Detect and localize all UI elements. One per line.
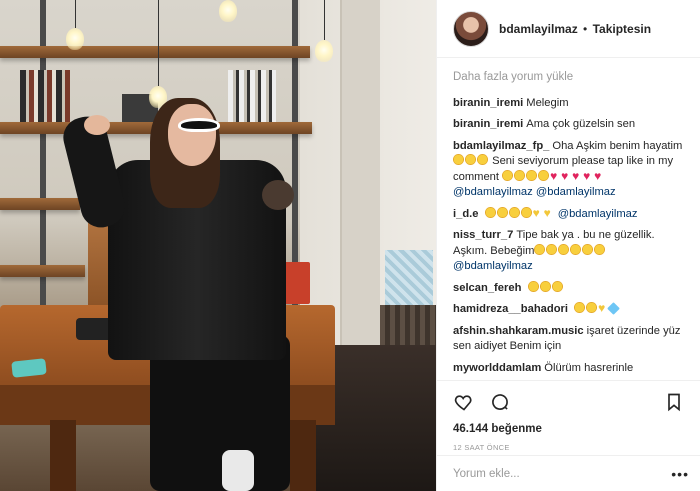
light-bulb — [315, 40, 333, 62]
comment-text: Oha Aşkim benim hayatim — [552, 139, 683, 152]
shelf — [0, 46, 310, 58]
comment: selcan_fereh — [453, 280, 685, 297]
post-sidebar: bdamlayilmaz • Takiptesin Daha fazla yor… — [436, 0, 700, 491]
heart-emoji-icon — [561, 169, 571, 185]
grinning-sweat-emoji-icon — [465, 154, 476, 165]
gift-box — [385, 250, 433, 305]
comment-mention[interactable]: @bdamlayilmaz — [453, 260, 533, 272]
comment: niss_turr_7 Tipe bak ya . bu ne güzellik.… — [453, 228, 685, 275]
heart-eyes-emoji-icon — [582, 243, 594, 255]
comment-text: Ölürüm hasrerinle — [544, 361, 634, 374]
person-face — [168, 104, 216, 166]
load-more-comments-link[interactable]: Daha fazla yorum yükle — [453, 70, 685, 86]
comment: afshin.shahkaram.music işaret üzerinde yü… — [453, 324, 685, 355]
comment: bdamlayilmaz_fp_ Oha Aşkim benim hayatim … — [453, 139, 685, 201]
sunglasses-emoji-icon — [539, 280, 551, 292]
post-timestamp: 12 SAAT ÖNCE — [453, 443, 510, 452]
header-username[interactable]: bdamlayilmaz — [499, 22, 578, 36]
diamond-emoji-icon — [607, 302, 621, 315]
grinning-sweat-emoji-icon — [453, 154, 464, 165]
more-options-icon[interactable]: ••• — [671, 456, 689, 491]
heart-eyes-emoji-icon — [546, 243, 558, 255]
comment-mention[interactable]: @bdamlayilmaz — [536, 186, 616, 198]
instagram-post-modal: bdamlayilmaz • Takiptesin Daha fazla yor… — [0, 0, 700, 491]
heart-emoji-icon — [550, 169, 560, 185]
comment-bubble-icon[interactable] — [489, 391, 511, 413]
follow-status-button[interactable]: Takiptesin — [593, 22, 651, 36]
person-shoe — [222, 450, 254, 491]
comment-username[interactable]: biranin_iremi — [453, 97, 523, 109]
sunglasses-emoji-icon — [574, 302, 586, 313]
heart-eyes-emoji-icon — [570, 243, 582, 255]
header-separator: • — [583, 21, 588, 36]
add-comment-bar: ••• — [437, 455, 700, 491]
heart-eyes-emoji-icon — [558, 243, 570, 255]
crying-emoji-icon — [496, 206, 508, 218]
comment: i_d.e @bdamlayilmaz — [453, 206, 685, 223]
heart-icon[interactable] — [453, 391, 475, 413]
jacket-fur — [262, 180, 294, 210]
heart-emoji-icon — [583, 169, 593, 185]
crying-emoji-icon — [508, 206, 520, 218]
comment-username[interactable]: bdamlayilmaz_fp_ — [453, 140, 549, 152]
comment-username[interactable]: niss_turr_7 — [453, 229, 513, 241]
comments-list[interactable]: Daha fazla yorum yükle biranin_iremi Mele… — [437, 58, 700, 380]
photo-door — [340, 0, 380, 380]
comment: biranin_iremi Melegim — [453, 96, 685, 112]
heart-eyes-emoji-icon — [594, 243, 606, 255]
grinning-sweat-emoji-icon — [514, 169, 526, 181]
comment: myworlddamlam Ölürüm hasrerinle — [453, 361, 685, 377]
comment-text: Ama çok güzelsin sen — [526, 118, 636, 130]
comment-mention[interactable]: @bdamlayilmaz — [558, 208, 638, 220]
yellow-heart-emoji-icon — [533, 206, 543, 222]
grinning-sweat-emoji-icon — [538, 169, 550, 181]
likes-count[interactable]: 46.144 beğenme — [453, 423, 685, 435]
comment-mention[interactable]: @bdamlayilmaz — [453, 186, 533, 198]
comment-username[interactable]: biranin_iremi — [453, 118, 523, 130]
post-photo[interactable] — [0, 0, 436, 491]
heart-eyes-emoji-icon — [586, 302, 598, 313]
comment: biranin_iremi Ama çok güzelsin sen — [453, 117, 685, 133]
comment-input[interactable] — [453, 467, 653, 480]
sunglasses — [178, 118, 220, 132]
bookmark-icon[interactable] — [663, 391, 685, 413]
yellow-heart-emoji-icon — [544, 206, 554, 222]
sunglasses-emoji-icon — [551, 280, 563, 292]
books — [228, 70, 276, 122]
crying-emoji-icon — [484, 206, 496, 218]
comment-username[interactable]: hamidreza__bahadori — [453, 303, 568, 315]
avatar[interactable] — [453, 10, 489, 47]
comment-username[interactable]: i_d.e — [453, 208, 479, 220]
heart-eyes-emoji-icon — [534, 243, 546, 255]
comment: hamidreza__bahadori — [453, 301, 685, 318]
shelf — [0, 198, 80, 210]
grinning-sweat-emoji-icon — [477, 154, 488, 165]
heart-emoji-icon — [594, 169, 604, 185]
camera — [76, 318, 112, 340]
post-actions: 46.144 beğenme 12 SAAT ÖNCE — [437, 380, 700, 452]
light-bulb — [219, 0, 237, 22]
comment-username[interactable]: afshin.shahkaram.music — [453, 325, 584, 337]
sunglasses-emoji-icon — [527, 280, 539, 292]
person-hand — [84, 115, 110, 135]
post-header: bdamlayilmaz • Takiptesin — [437, 0, 700, 58]
comment-text: Melegim — [526, 96, 569, 109]
heart-emoji-icon — [572, 169, 582, 185]
light-bulb — [66, 28, 84, 50]
grinning-sweat-emoji-icon — [526, 169, 538, 181]
grinning-sweat-emoji-icon — [502, 169, 514, 181]
comment-username[interactable]: myworlddamlam — [453, 362, 541, 374]
shelf — [0, 265, 85, 277]
crying-emoji-icon — [520, 206, 532, 218]
comment-username[interactable]: selcan_fereh — [453, 282, 521, 294]
books — [20, 70, 70, 122]
